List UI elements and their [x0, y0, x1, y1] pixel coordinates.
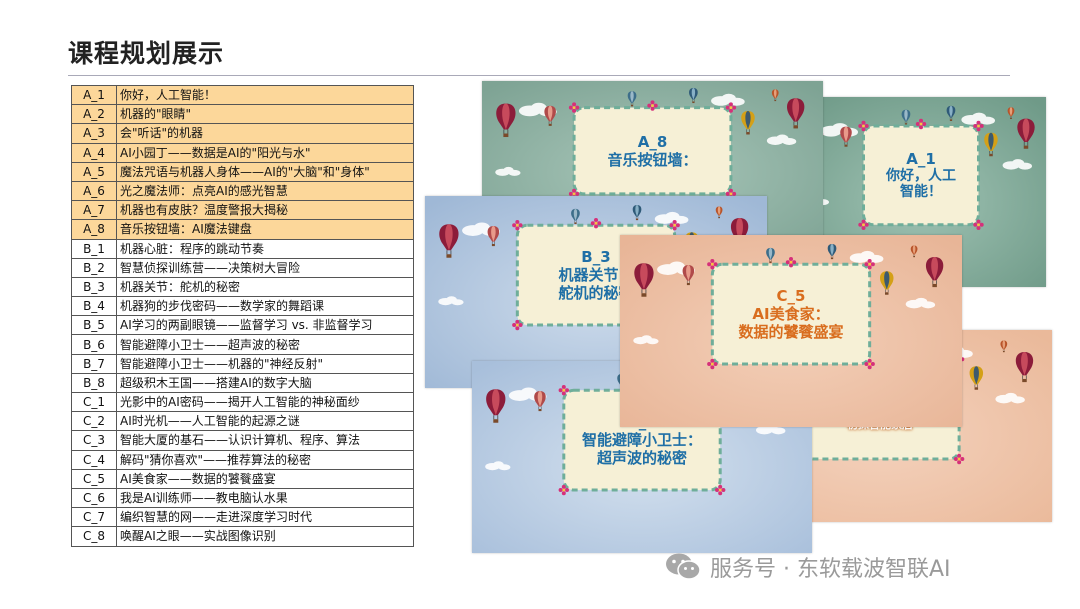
course-row-c5: C_5 AI美食家——数据的饕餮盛宴: [71, 468, 414, 489]
course-row-b7: B_7 智能避障小卫士——机器的"神经反射": [71, 353, 414, 374]
slide-code: A_1: [906, 149, 936, 168]
watermark-text: 服务号 · 东软载波智联AI: [710, 557, 951, 582]
course-title: 超级积木王国——搭建AI的数字大脑: [116, 372, 414, 394]
course-title: 我是AI训练师——教电脑认水果: [116, 487, 414, 509]
course-title: 智慧侦探训练营——决策树大冒险: [116, 257, 414, 278]
course-title: AI学习的两副眼镜——监督学习 vs. 非监督学习: [116, 315, 414, 336]
course-title: AI小园丁——数据是AI的"阳光与水": [116, 142, 414, 163]
course-code: A_2: [71, 104, 117, 125]
course-code: A_3: [71, 123, 117, 144]
slide-title-card: A_1 你好，人工 智能！: [864, 126, 979, 225]
course-code: C_8: [71, 526, 117, 547]
course-title: 光之魔法师：点亮AI的感光智慧: [116, 180, 414, 202]
course-code: C_6: [71, 487, 117, 509]
course-code: B_1: [71, 238, 117, 259]
slide-title-card: A_8 音乐按钮墙：: [574, 108, 731, 194]
course-row-c6: C_6 我是AI训练师——教电脑认水果: [71, 487, 414, 509]
course-code: B_3: [71, 276, 117, 298]
course-title: 唤醒AI之眼——实战图像识别: [116, 526, 414, 547]
slide-title-line1: 智能避障小卫士：: [581, 431, 702, 450]
course-row-c7: C_7 编织智慧的网——走进深度学习时代: [71, 507, 414, 528]
course-code: A_1: [71, 84, 117, 106]
course-code: C_2: [71, 411, 117, 432]
course-row-a7: A_7 机器也有皮肤？温度警报大揭秘: [71, 200, 414, 221]
course-code: A_8: [71, 219, 117, 240]
course-code: B_6: [71, 334, 117, 355]
slide-title-line1: 你好，人工: [886, 167, 956, 184]
course-code: A_5: [71, 161, 117, 182]
course-title: 你好，人工智能！: [116, 84, 414, 106]
course-title: 机器也有皮肤？温度警报大揭秘: [116, 200, 414, 221]
course-title: 智能避障小卫士——超声波的秘密: [116, 334, 414, 355]
course-code: B_4: [71, 296, 117, 317]
course-title: 机器心脏：程序的跳动节奏: [116, 238, 414, 259]
course-row-c4: C_4 解码"猜你喜欢"——推荐算法的秘密: [71, 449, 414, 470]
watermark: 服务号 · 东软载波智联AI: [664, 551, 951, 583]
course-row-b6: B_6 智能避障小卫士——超声波的秘密: [71, 334, 414, 355]
course-code: C_1: [71, 391, 117, 413]
course-code: C_4: [71, 449, 117, 470]
page-title: 课程规划展示: [68, 39, 225, 68]
course-row-a2: A_2 机器的"眼睛": [71, 104, 414, 125]
slide-code: C_5: [776, 287, 806, 306]
title-divider: [68, 75, 1010, 76]
course-code: B_8: [71, 372, 117, 394]
course-row-c3: C_3 智能大厦的基石——认识计算机、程序、算法: [71, 430, 414, 451]
course-title: 智能大厦的基石——认识计算机、程序、算法: [116, 430, 414, 451]
slide-title-line2: 超声波的秘密: [596, 449, 687, 468]
course-code: A_6: [71, 180, 117, 202]
course-table: A_1 你好，人工智能！ A_2 机器的"眼睛" A_3 会"听话"的机器 A_4 AI小园丁…: [71, 84, 414, 547]
slide-code: B_3: [581, 248, 611, 267]
course-code: B_7: [71, 353, 117, 374]
wechat-icon: [666, 553, 701, 580]
course-title: 机器的"眼睛": [116, 104, 414, 125]
course-table-body: A_1 你好，人工智能！ A_2 机器的"眼睛" A_3 会"听话"的机器 A_4 AI小园丁…: [71, 84, 414, 547]
slide-code: A_8: [637, 132, 668, 151]
slide-title-line1: 音乐按钮墙：: [607, 150, 698, 169]
course-row-c2: C_2 AI时光机——人工智能的起源之谜: [71, 411, 414, 432]
slide-thumbnail-c5[interactable]: C_5 AI美食家： 数据的饕餮盛宴: [620, 235, 962, 427]
course-row-b4: B_4 机器狗的步伐密码——数学家的舞蹈课: [71, 296, 414, 317]
course-row-a6: A_6 光之魔法师：点亮AI的感光智慧: [71, 180, 414, 202]
course-title: 编织智慧的网——走进深度学习时代: [116, 507, 414, 528]
course-title: 光影中的AI密码——揭开人工智能的神秘面纱: [116, 391, 414, 413]
course-row-a1: A_1 你好，人工智能！: [71, 84, 414, 106]
slide-title-line2: 智能！: [900, 184, 942, 201]
course-code: C_7: [71, 507, 117, 528]
course-title: 解码"猜你喜欢"——推荐算法的秘密: [116, 449, 414, 470]
course-row-c8: C_8 唤醒AI之眼——实战图像识别: [71, 526, 414, 547]
course-row-b3: B_3 机器关节：舵机的秘密: [71, 276, 414, 298]
course-title: 机器关节：舵机的秘密: [116, 276, 414, 298]
course-code: B_5: [71, 315, 117, 336]
course-row-b2: B_2 智慧侦探训练营——决策树大冒险: [71, 257, 414, 278]
course-title: AI时光机——人工智能的起源之谜: [116, 411, 414, 432]
course-title: 魔法咒语与机器人身体——AI的"大脑"和"身体": [116, 161, 414, 182]
course-row-a8: A_8 音乐按钮墙：AI魔法键盘: [71, 219, 414, 240]
course-code: B_2: [71, 257, 117, 278]
course-code: A_7: [71, 200, 117, 221]
course-title: 机器狗的步伐密码——数学家的舞蹈课: [116, 296, 414, 317]
course-title: 音乐按钮墙：AI魔法键盘: [116, 219, 414, 240]
course-code: A_4: [71, 142, 117, 163]
course-row-b5: B_5 AI学习的两副眼镜——监督学习 vs. 非监督学习: [71, 315, 414, 336]
course-code: C_5: [71, 468, 117, 489]
course-row-a5: A_5 魔法咒语与机器人身体——AI的"大脑"和"身体": [71, 161, 414, 182]
course-title: 会"听话"的机器: [116, 123, 414, 144]
course-code: C_3: [71, 430, 117, 451]
course-row-c1: C_1 光影中的AI密码——揭开人工智能的神秘面纱: [71, 391, 414, 413]
course-row-a4: A_4 AI小园丁——数据是AI的"阳光与水": [71, 142, 414, 163]
course-row-a3: A_3 会"听话"的机器: [71, 123, 414, 144]
course-row-b8: B_8 超级积木王国——搭建AI的数字大脑: [71, 372, 414, 394]
course-row-b1: B_1 机器心脏：程序的跳动节奏: [71, 238, 414, 259]
slide-title-card: C_5 AI美食家： 数据的饕餮盛宴: [712, 264, 869, 364]
slide-title-line2: 数据的饕餮盛宴: [738, 323, 844, 342]
course-title: 智能避障小卫士——机器的"神经反射": [116, 353, 414, 374]
slide-title-line1: AI美食家：: [752, 305, 830, 324]
course-title: AI美食家——数据的饕餮盛宴: [116, 468, 414, 489]
